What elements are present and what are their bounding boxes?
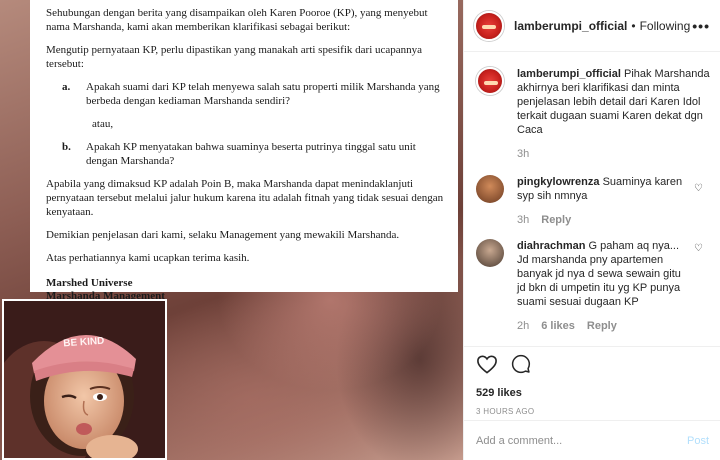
comment-like-icon[interactable]: ♡	[694, 183, 703, 194]
signature-line: Marshed Universe	[46, 277, 133, 289]
doc-paragraph: Sehubungan dengan berita yang disampaika…	[46, 7, 428, 33]
comment-like-icon[interactable]: ♡	[694, 243, 703, 254]
avatar[interactable]	[476, 239, 504, 267]
comment-username[interactable]: pingkylowrenza	[517, 176, 600, 188]
post-timestamp[interactable]: 3 HOURS AGO	[476, 407, 709, 416]
question-label: a.	[62, 81, 71, 93]
doc-atau: atau,	[92, 118, 114, 130]
post-sidebar: lamberumpi_official • Following ••• lamb…	[463, 0, 720, 460]
question-text: Apakah KP menyatakan bahwa suaminya bese…	[86, 141, 416, 167]
heart-icon[interactable]	[476, 354, 498, 379]
comment-icon[interactable]	[510, 354, 532, 379]
doc-paragraph: Mengutip pernyataan KP, perlu dipastikan…	[46, 44, 423, 70]
doc-question-b: b. Apakah KP menyatakan bahwa suaminya b…	[46, 140, 448, 168]
comment-body: diahrachman G paham aq nya... Jd marshan…	[517, 239, 711, 333]
comment-input[interactable]: Add a comment...	[476, 435, 687, 447]
comment-meta: 3h Reply	[517, 213, 689, 227]
more-dots-icon[interactable]: •••	[692, 18, 710, 34]
comment-username[interactable]: diahrachman	[517, 240, 585, 252]
post-button[interactable]: Post	[687, 435, 709, 447]
comment-body: pingkylowrenza Suaminya karen syp sih nm…	[517, 175, 711, 227]
caption-username[interactable]: lamberumpi_official	[517, 68, 621, 80]
comments-list[interactable]: lamberumpi_official Pihak Marshanda akhi…	[464, 53, 720, 346]
post-actions: 529 likes 3 HOURS AGO	[464, 346, 720, 420]
post-header: lamberumpi_official • Following •••	[464, 0, 720, 52]
avatar[interactable]	[476, 175, 504, 203]
portrait-illustration: BE KIND	[4, 301, 165, 458]
header-separator: •	[631, 18, 636, 33]
reply-button[interactable]: Reply	[587, 319, 617, 333]
comment-likes-count[interactable]: 6 likes	[541, 319, 575, 333]
comment-item: pingkylowrenza Suaminya karen syp sih nm…	[476, 175, 711, 227]
comment-item: diahrachman G paham aq nya... Jd marshan…	[476, 239, 711, 333]
header-username[interactable]: lamberumpi_official	[514, 19, 627, 33]
following-button[interactable]: Following	[640, 19, 691, 33]
post-media[interactable]: Sehubungan dengan berita yang disampaika…	[0, 0, 463, 460]
reply-button[interactable]: Reply	[541, 213, 571, 227]
clarification-document: Sehubungan dengan berita yang disampaika…	[30, 0, 458, 302]
comment-time[interactable]: 3h	[517, 213, 529, 227]
likes-count[interactable]: 529 likes	[476, 387, 709, 399]
caption-body: lamberumpi_official Pihak Marshanda akhi…	[517, 67, 711, 161]
doc-paragraph: Demikian penjelasan dari kami, selaku Ma…	[46, 229, 400, 241]
caption: lamberumpi_official Pihak Marshanda akhi…	[476, 67, 711, 161]
avatar[interactable]	[476, 67, 504, 95]
add-comment-bar: Add a comment... Post	[464, 420, 720, 460]
avatar[interactable]	[474, 10, 504, 41]
question-text: Apakah suami dari KP telah menyewa salah…	[86, 81, 440, 107]
doc-question-a: a. Apakah suami dari KP telah menyewa sa…	[46, 80, 448, 108]
action-icons	[476, 354, 709, 379]
caption-meta: 3h	[517, 147, 711, 161]
question-label: b.	[62, 141, 71, 153]
comment-meta: 2h 6 likes Reply	[517, 319, 689, 333]
caption-time[interactable]: 3h	[517, 147, 529, 161]
portrait-photo: BE KIND	[2, 299, 167, 460]
doc-paragraph: Atas perhatiannya kami ucapkan terima ka…	[46, 252, 250, 264]
doc-paragraph: Apabila yang dimaksud KP adalah Poin B, …	[46, 178, 444, 218]
comment-time[interactable]: 2h	[517, 319, 529, 333]
